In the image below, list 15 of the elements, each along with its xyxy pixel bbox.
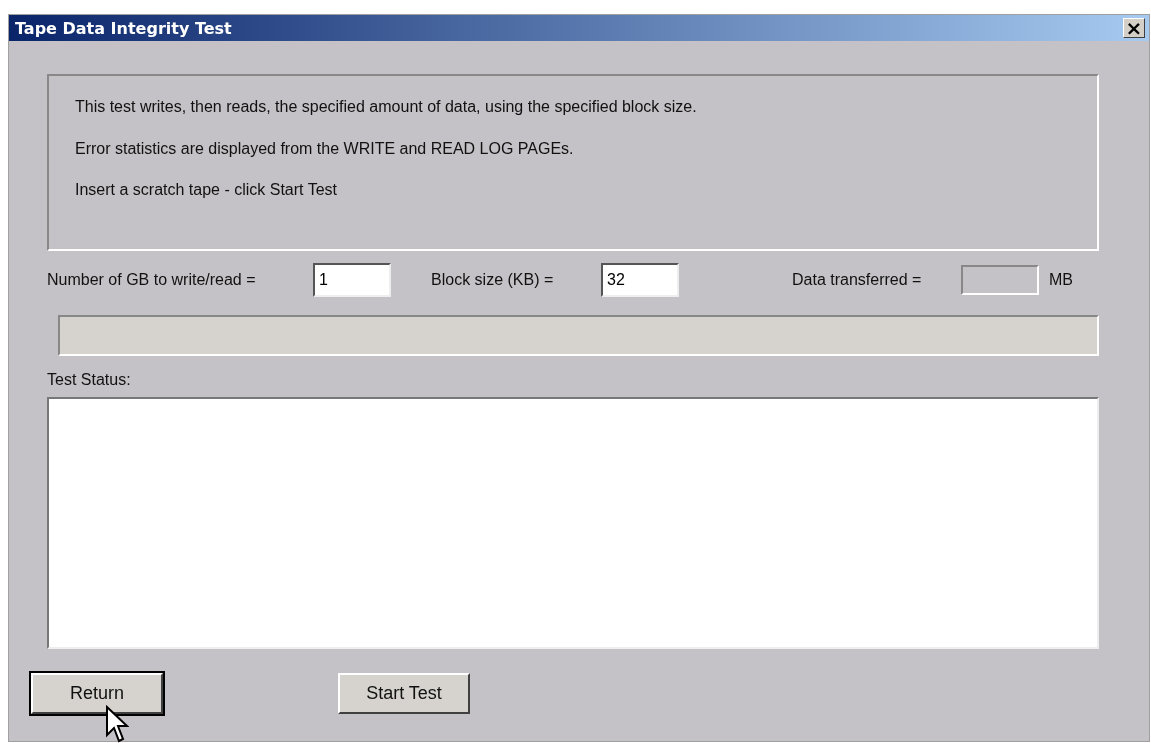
dialog-button[interactable]: Return — [31, 673, 163, 714]
unit-label: MB — [1049, 271, 1073, 289]
number-field[interactable]: 1 — [313, 263, 391, 297]
close-button[interactable]: × — [1123, 18, 1145, 38]
field-label: Block size (KB) = — [431, 271, 555, 289]
instruction-text: Error statistics are displayed from the WRITE and READ LOG PAGEs. — [75, 139, 575, 158]
field-label: Number of GB to write/read = — [47, 271, 257, 289]
number-field[interactable]: 32 — [601, 263, 679, 297]
field-label: Data transferred = — [792, 271, 923, 289]
status-label: Test Status: — [47, 371, 132, 389]
window-title: Tape Data Integrity Test — [15, 18, 232, 38]
instruction-text: Insert a scratch tape - click Start Test — [75, 181, 339, 199]
instruction-text: This test writes, then reads, the specified amount of data, using the specified block size. — [75, 98, 698, 116]
dialog-button[interactable]: Start Test — [338, 673, 470, 714]
mouse-pointer-icon — [105, 705, 129, 743]
